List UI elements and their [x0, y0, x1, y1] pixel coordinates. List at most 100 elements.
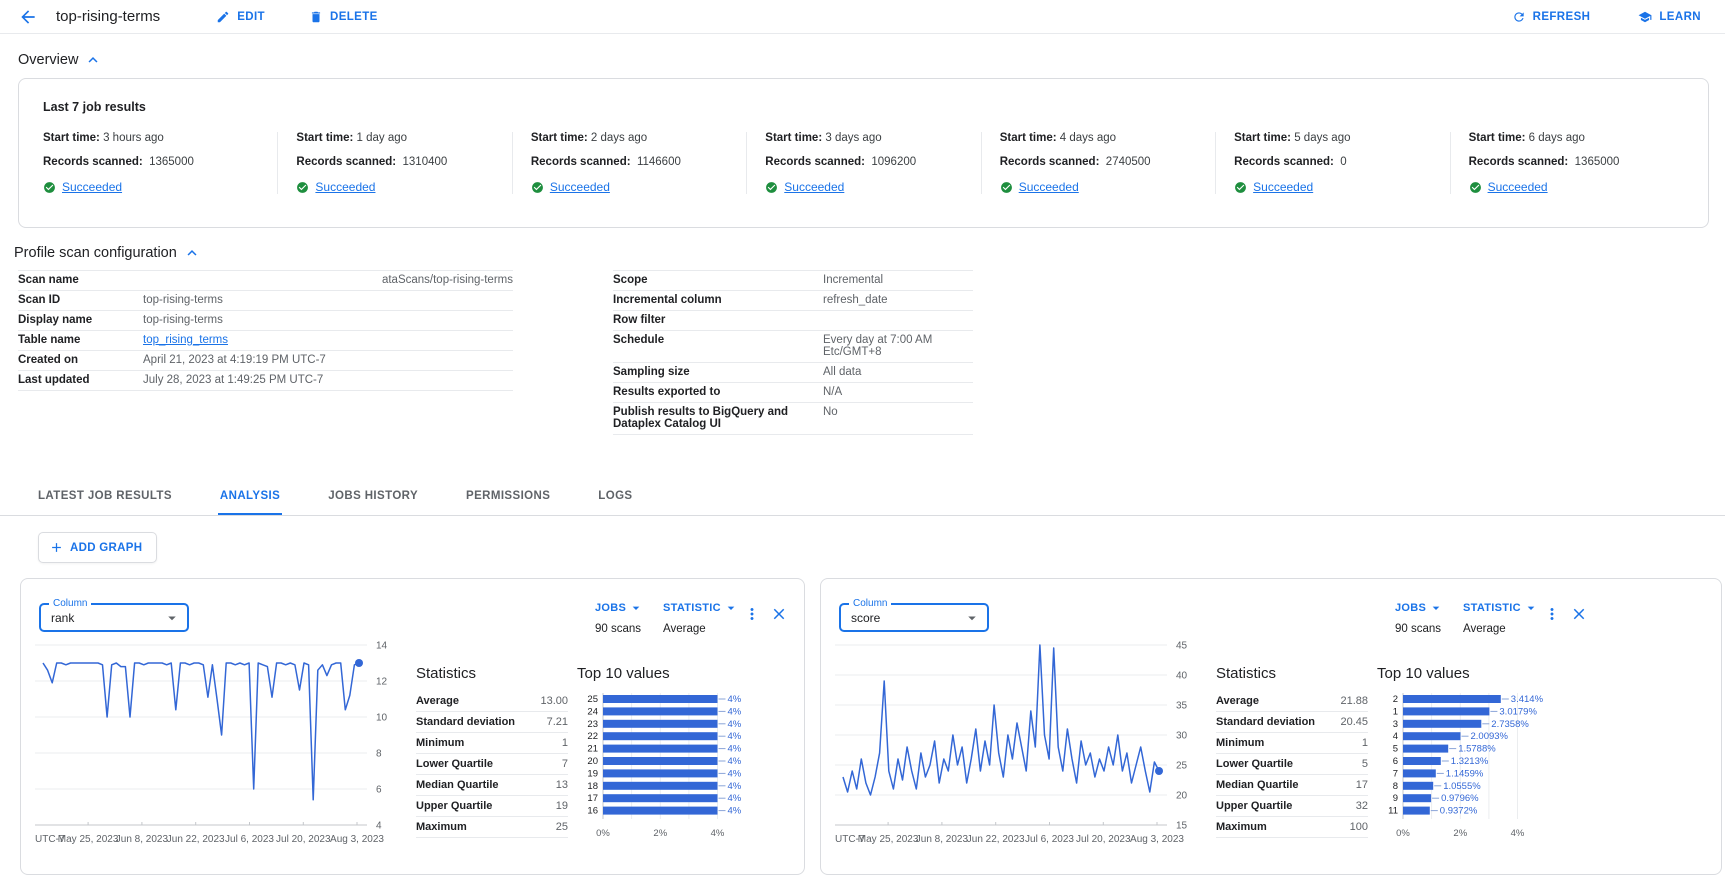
statistic-value: 20.45 [1340, 716, 1368, 728]
tab[interactable]: JOBS HISTORY [326, 477, 420, 515]
job-records-scanned: Records scanned: 0 [1234, 156, 1449, 168]
svg-text:Aug 3, 2023: Aug 3, 2023 [1130, 834, 1184, 845]
delete-label: DELETE [330, 11, 378, 23]
svg-text:4: 4 [376, 821, 382, 832]
close-panel-icon[interactable] [1570, 605, 1588, 623]
statistic-value: 21.88 [1340, 695, 1368, 707]
svg-text:7: 7 [1393, 768, 1398, 779]
job-start-time: Start time: 6 days ago [1469, 132, 1684, 144]
svg-text:Jun 22, 2023: Jun 22, 2023 [967, 834, 1025, 845]
tab[interactable]: LOGS [596, 477, 634, 515]
job-result-cell: Start time: 3 hours ago Records scanned:… [43, 132, 277, 194]
statistic-value: Average [663, 623, 739, 635]
column-select[interactable]: Column rank [39, 603, 189, 632]
dropdown-arrow-icon [163, 609, 181, 627]
refresh-button[interactable]: REFRESH [1512, 10, 1591, 24]
tab[interactable]: LATEST JOB RESULTS [36, 477, 174, 515]
tab[interactable]: ANALYSIS [218, 477, 282, 515]
config-row: Scan ID top-rising-terms [18, 291, 513, 311]
statistics-block: Statistics Average 13.00 Standard deviat… [416, 665, 568, 838]
svg-text:30: 30 [1176, 731, 1188, 742]
add-graph-button[interactable]: ADD GRAPH [38, 532, 157, 563]
config-value: Incremental [823, 274, 973, 286]
refresh-label: REFRESH [1533, 11, 1591, 23]
statistic-label: Lower Quartile [1216, 758, 1293, 770]
config-value: refresh_date [823, 294, 973, 306]
collapse-config-chevron-up-icon[interactable] [183, 244, 201, 262]
job-start-time: Start time: 5 days ago [1234, 132, 1449, 144]
job-start-time: Start time: 4 days ago [1000, 132, 1215, 144]
close-panel-icon[interactable] [770, 605, 788, 623]
config-row: Results exported to N/A [613, 383, 973, 403]
svg-text:Jul 20, 2023: Jul 20, 2023 [1076, 834, 1131, 845]
collapse-overview-chevron-up-icon[interactable] [84, 51, 102, 69]
back-arrow-icon[interactable] [18, 7, 38, 27]
dropdown-arrow-icon [1523, 600, 1539, 616]
statistic-value: 17 [1356, 779, 1368, 791]
job-status-link[interactable]: Succeeded [1488, 180, 1548, 194]
statistic-value: Average [1463, 623, 1539, 635]
tab[interactable]: PERMISSIONS [464, 477, 552, 515]
jobs-dropdown[interactable]: JOBS [1395, 600, 1444, 616]
svg-text:3.414%: 3.414% [1511, 694, 1544, 705]
column-select[interactable]: Column score [839, 603, 989, 632]
job-result-cell: Start time: 1 day ago Records scanned: 1… [277, 132, 511, 194]
statistic-label: Upper Quartile [1216, 800, 1292, 812]
more-options-kebab-icon[interactable] [1543, 605, 1561, 623]
dropdown-arrow-icon [628, 600, 644, 616]
more-options-kebab-icon[interactable] [743, 605, 761, 623]
svg-text:Aug 3, 2023: Aug 3, 2023 [330, 834, 384, 845]
svg-text:4%: 4% [728, 768, 742, 779]
edit-button[interactable]: EDIT [216, 10, 265, 24]
delete-button[interactable]: DELETE [309, 10, 378, 24]
statistic-dropdown[interactable]: STATISTIC [1463, 600, 1539, 616]
job-result-cell: Start time: 3 days ago Records scanned: … [746, 132, 980, 194]
job-status-link[interactable]: Succeeded [550, 180, 610, 194]
analysis-panel-score: Column score JOBS 90 scans STATISTIC Ave… [820, 578, 1722, 875]
svg-text:Jul 20, 2023: Jul 20, 2023 [276, 834, 331, 845]
job-result-cell: Start time: 2 days ago Records scanned: … [512, 132, 746, 194]
config-value: ataScans/top-rising-terms [143, 274, 513, 286]
config-label: Scope [613, 274, 823, 286]
svg-text:4%: 4% [728, 793, 742, 804]
svg-text:1.0555%: 1.0555% [1443, 781, 1481, 792]
statistic-value: 5 [1362, 758, 1368, 770]
config-label: Last updated [18, 374, 143, 386]
svg-text:25: 25 [1176, 761, 1188, 772]
statistic-control: STATISTIC Average [1463, 600, 1539, 635]
statistic-row: Minimum 1 [1216, 733, 1368, 754]
svg-text:2.7358%: 2.7358% [1491, 719, 1529, 730]
config-section: Profile scan configuration Scan name ata… [0, 244, 1725, 435]
dropdown-arrow-icon [1428, 600, 1444, 616]
job-status-link[interactable]: Succeeded [1253, 180, 1313, 194]
config-table-left: Scan name ataScans/top-rising-terms Scan… [18, 270, 513, 391]
job-status-link[interactable]: Succeeded [1019, 180, 1079, 194]
statistic-label: Maximum [1216, 821, 1267, 833]
statistics-title: Statistics [1216, 665, 1368, 682]
statistic-value: 1 [562, 737, 568, 749]
statistic-row: Lower Quartile 7 [416, 754, 568, 775]
jobs-value: 90 scans [1395, 623, 1444, 635]
job-status-link[interactable]: Succeeded [315, 180, 375, 194]
svg-text:9: 9 [1393, 793, 1398, 804]
column-select-value: rank [51, 611, 163, 625]
learn-button[interactable]: LEARN [1638, 10, 1701, 24]
config-label: Scan name [18, 274, 143, 286]
config-value: top-rising-terms [143, 314, 513, 326]
overview-section-title: Overview [18, 52, 78, 68]
statistic-dropdown[interactable]: STATISTIC [663, 600, 739, 616]
statistic-value: 7 [562, 758, 568, 770]
config-label: Incremental column [613, 294, 823, 306]
jobs-dropdown[interactable]: JOBS [595, 600, 644, 616]
svg-text:4: 4 [1393, 731, 1398, 742]
svg-text:4%: 4% [728, 706, 742, 717]
svg-text:14: 14 [376, 641, 388, 652]
job-status-link[interactable]: Succeeded [62, 180, 122, 194]
svg-text:4%: 4% [1511, 828, 1525, 839]
svg-text:3: 3 [1393, 719, 1398, 730]
statistic-row: Standard deviation 20.45 [1216, 712, 1368, 733]
job-status-link[interactable]: Succeeded [784, 180, 844, 194]
job-start-time: Start time: 1 day ago [296, 132, 511, 144]
svg-text:4%: 4% [711, 828, 725, 839]
svg-text:4%: 4% [728, 756, 742, 767]
